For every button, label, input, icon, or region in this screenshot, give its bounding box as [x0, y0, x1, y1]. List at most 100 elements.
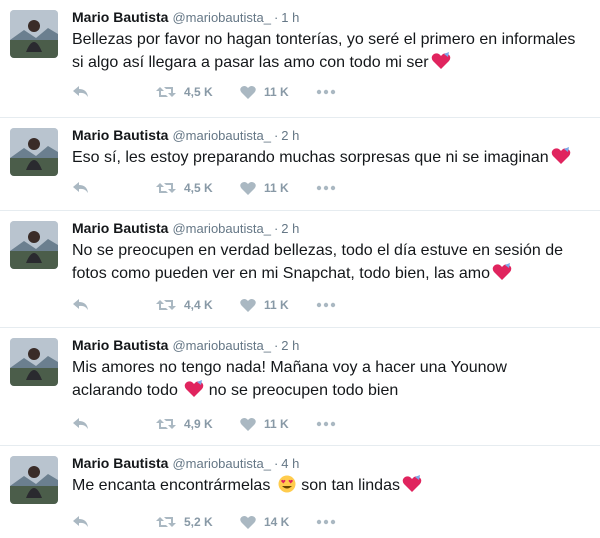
- tweet-text-line: Bellezas por favor no hagan tonterías, y…: [72, 31, 576, 48]
- reply-button[interactable]: [72, 514, 156, 530]
- sparkling-heart-emoji-icon: [492, 263, 512, 280]
- tweet[interactable]: Mario Bautista @mariobautista_ · 2 h Mis am…: [0, 328, 600, 446]
- separator-dot: ·: [273, 456, 279, 471]
- author-name[interactable]: Mario Bautista: [72, 127, 168, 143]
- avatar[interactable]: [10, 10, 58, 58]
- tweet-text: Eso sí, les estoy preparando muchas sorp…: [72, 146, 584, 169]
- tweet-text: Mis amores no tengo nada! Mañana voy a h…: [72, 356, 584, 402]
- retweet-count: 4,9 K: [184, 417, 213, 431]
- tweet-actions: 4,4 K 11 K: [72, 295, 340, 315]
- heart-eyes-emoji-icon: [278, 475, 296, 493]
- like-button[interactable]: 11 K: [240, 85, 316, 100]
- tweet-time[interactable]: 2 h: [281, 338, 299, 353]
- tweet-time[interactable]: 2 h: [281, 221, 299, 236]
- retweet-icon: [156, 183, 176, 193]
- avatar[interactable]: [10, 128, 58, 176]
- tweet-header: Mario Bautista @mariobautista_ · 4 h: [72, 454, 584, 472]
- avatar[interactable]: [10, 338, 58, 386]
- tweet-header: Mario Bautista @mariobautista_ · 2 h: [72, 219, 584, 237]
- retweet-button[interactable]: 4,5 K: [156, 180, 240, 196]
- retweet-icon: [156, 419, 176, 429]
- heart-icon: [240, 417, 256, 431]
- like-button[interactable]: 11 K: [240, 417, 316, 432]
- tweet-text-line: si algo así llegara a pasar las amo con …: [72, 54, 429, 71]
- tweet-actions: 4,9 K 11 K: [72, 414, 340, 434]
- tweet-content: Mario Bautista @mariobautista_ · 2 h No se …: [72, 219, 584, 285]
- tweet[interactable]: Mario Bautista @mariobautista_ · 4 h Me enc…: [0, 446, 600, 538]
- author-name[interactable]: Mario Bautista: [72, 455, 168, 471]
- tweet-text-line: Me encanta encontrármelas: [72, 477, 271, 494]
- retweet-icon: [156, 300, 176, 310]
- more-dots-icon: [316, 185, 336, 191]
- tweet[interactable]: Mario Bautista @mariobautista_ · 2 h No se …: [0, 211, 600, 328]
- more-button[interactable]: [316, 302, 340, 308]
- tweet[interactable]: Mario Bautista @mariobautista_ · 1 h Bellez…: [0, 0, 600, 118]
- author-handle[interactable]: @mariobautista_: [172, 338, 270, 353]
- tweet-actions: 5,2 K 14 K: [72, 512, 340, 532]
- tweet-time[interactable]: 1 h: [281, 10, 299, 25]
- like-count: 11 K: [264, 417, 289, 431]
- more-button[interactable]: [316, 519, 340, 525]
- tweet-text: Me encanta encontrármelas son tan lindas: [72, 474, 584, 497]
- tweet-text-line: Eso sí, les estoy preparando muchas sorp…: [72, 149, 549, 166]
- tweet-header: Mario Bautista @mariobautista_ · 2 h: [72, 336, 584, 354]
- like-count: 11 K: [264, 181, 289, 195]
- reply-button[interactable]: [72, 84, 156, 100]
- like-count: 11 K: [264, 298, 289, 312]
- retweet-count: 4,5 K: [184, 85, 213, 99]
- tweet-header: Mario Bautista @mariobautista_ · 2 h: [72, 126, 584, 144]
- retweet-count: 4,4 K: [184, 298, 213, 312]
- tweet-content: Mario Bautista @mariobautista_ · 4 h Me enc…: [72, 454, 584, 497]
- sparkling-heart-emoji-icon: [431, 52, 450, 69]
- tweet-text-line: Mis amores no tengo nada! Mañana voy a h…: [72, 359, 507, 376]
- reply-button[interactable]: [72, 416, 156, 432]
- reply-icon: [73, 182, 88, 193]
- tweet-actions: 4,5 K 11 K: [72, 178, 340, 198]
- tweet-time[interactable]: 2 h: [281, 128, 299, 143]
- like-count: 14 K: [264, 515, 290, 529]
- more-button[interactable]: [316, 89, 340, 95]
- more-dots-icon: [316, 421, 336, 427]
- retweet-button[interactable]: 4,5 K: [156, 84, 240, 100]
- avatar[interactable]: [10, 221, 58, 269]
- author-name[interactable]: Mario Bautista: [72, 220, 168, 236]
- avatar[interactable]: [10, 456, 58, 504]
- tweet[interactable]: Mario Bautista @mariobautista_ · 2 h Eso sí…: [0, 118, 600, 211]
- retweet-button[interactable]: 4,9 K: [156, 416, 240, 432]
- tweet-text-line: son tan lindas: [301, 477, 400, 494]
- tweet-content: Mario Bautista @mariobautista_ · 2 h Eso sí…: [72, 126, 584, 169]
- heart-icon: [240, 181, 256, 195]
- sparkling-heart-emoji-icon: [402, 475, 422, 492]
- author-handle[interactable]: @mariobautista_: [172, 456, 270, 471]
- like-button[interactable]: 11 K: [240, 298, 316, 313]
- like-button[interactable]: 14 K: [240, 515, 316, 530]
- tweet-header: Mario Bautista @mariobautista_ · 1 h: [72, 8, 584, 26]
- author-name[interactable]: Mario Bautista: [72, 9, 168, 25]
- reply-icon: [73, 299, 88, 310]
- reply-icon: [73, 86, 88, 97]
- tweet-text: No se preocupen en verdad bellezas, todo…: [72, 239, 584, 285]
- heart-icon: [240, 85, 256, 99]
- more-button[interactable]: [316, 185, 340, 191]
- retweet-icon: [156, 517, 176, 527]
- more-dots-icon: [316, 519, 336, 525]
- retweet-count: 4,5 K: [184, 181, 213, 195]
- more-button[interactable]: [316, 421, 340, 427]
- retweet-count: 5,2 K: [184, 515, 213, 529]
- author-handle[interactable]: @mariobautista_: [172, 10, 270, 25]
- tweet-text-line: No se preocupen en verdad bellezas, todo…: [72, 242, 563, 259]
- retweet-button[interactable]: 4,4 K: [156, 297, 240, 313]
- separator-dot: ·: [273, 10, 279, 25]
- heart-icon: [240, 515, 256, 529]
- like-button[interactable]: 11 K: [240, 181, 316, 196]
- author-handle[interactable]: @mariobautista_: [172, 128, 270, 143]
- tweet-text: Bellezas por favor no hagan tonterías, y…: [72, 28, 584, 74]
- tweet-content: Mario Bautista @mariobautista_ · 2 h Mis am…: [72, 336, 584, 402]
- reply-button[interactable]: [72, 297, 156, 313]
- tweet-time[interactable]: 4 h: [281, 456, 299, 471]
- reply-button[interactable]: [72, 180, 156, 196]
- author-handle[interactable]: @mariobautista_: [172, 221, 270, 236]
- author-name[interactable]: Mario Bautista: [72, 337, 168, 353]
- retweet-button[interactable]: 5,2 K: [156, 514, 240, 530]
- more-dots-icon: [316, 89, 336, 95]
